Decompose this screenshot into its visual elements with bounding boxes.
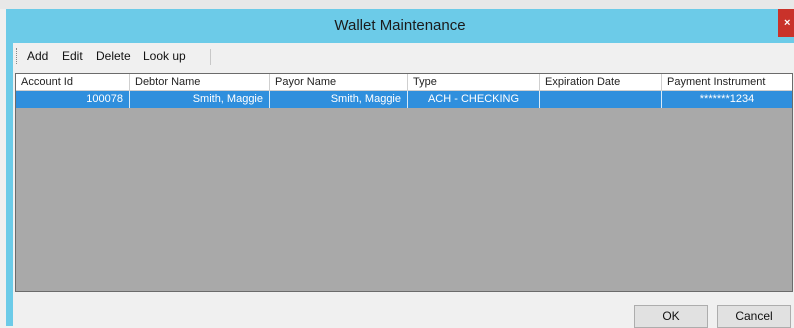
dialog-title: Wallet Maintenance <box>334 17 466 34</box>
dialog-body: Add Edit Delete Look up Account Id Debto… <box>13 43 794 328</box>
cell-type: ACH - CHECKING <box>408 91 540 108</box>
ok-button[interactable]: OK <box>634 305 708 328</box>
column-header-account-id[interactable]: Account Id <box>16 74 130 90</box>
wallet-grid[interactable]: Account Id Debtor Name Payor Name Type E… <box>15 73 793 292</box>
grid-header: Account Id Debtor Name Payor Name Type E… <box>16 74 792 91</box>
delete-button[interactable]: Delete <box>96 49 131 63</box>
toolbar: Add Edit Delete Look up <box>13 43 794 69</box>
cell-debtor-name: Smith, Maggie <box>130 91 270 108</box>
column-header-debtor-name[interactable]: Debtor Name <box>130 74 270 90</box>
title-bar[interactable]: Wallet Maintenance × <box>6 9 794 43</box>
edit-button[interactable]: Edit <box>62 49 83 63</box>
add-button[interactable]: Add <box>27 49 48 63</box>
table-row[interactable]: 100078 Smith, Maggie Smith, Maggie ACH -… <box>16 91 792 108</box>
column-header-type[interactable]: Type <box>408 74 540 90</box>
background-strip <box>0 0 794 9</box>
column-header-expiration-date[interactable]: Expiration Date <box>540 74 662 90</box>
wallet-maintenance-dialog: Wallet Maintenance × Add Edit Delete Loo… <box>6 9 794 328</box>
toolbar-separator <box>210 49 211 65</box>
cell-payor-name: Smith, Maggie <box>270 91 408 108</box>
cancel-button[interactable]: Cancel <box>717 305 791 328</box>
toolbar-grip-icon[interactable] <box>16 48 19 64</box>
look-up-button[interactable]: Look up <box>143 49 186 63</box>
cell-payment-instrument: *******1234 <box>699 93 755 105</box>
cell-expiration-date <box>540 91 662 108</box>
cell-account-id: 100078 <box>16 91 130 108</box>
close-icon[interactable]: × <box>778 9 794 37</box>
column-header-payment-instrument[interactable]: Payment Instrument <box>662 74 792 90</box>
column-header-payor-name[interactable]: Payor Name <box>270 74 408 90</box>
